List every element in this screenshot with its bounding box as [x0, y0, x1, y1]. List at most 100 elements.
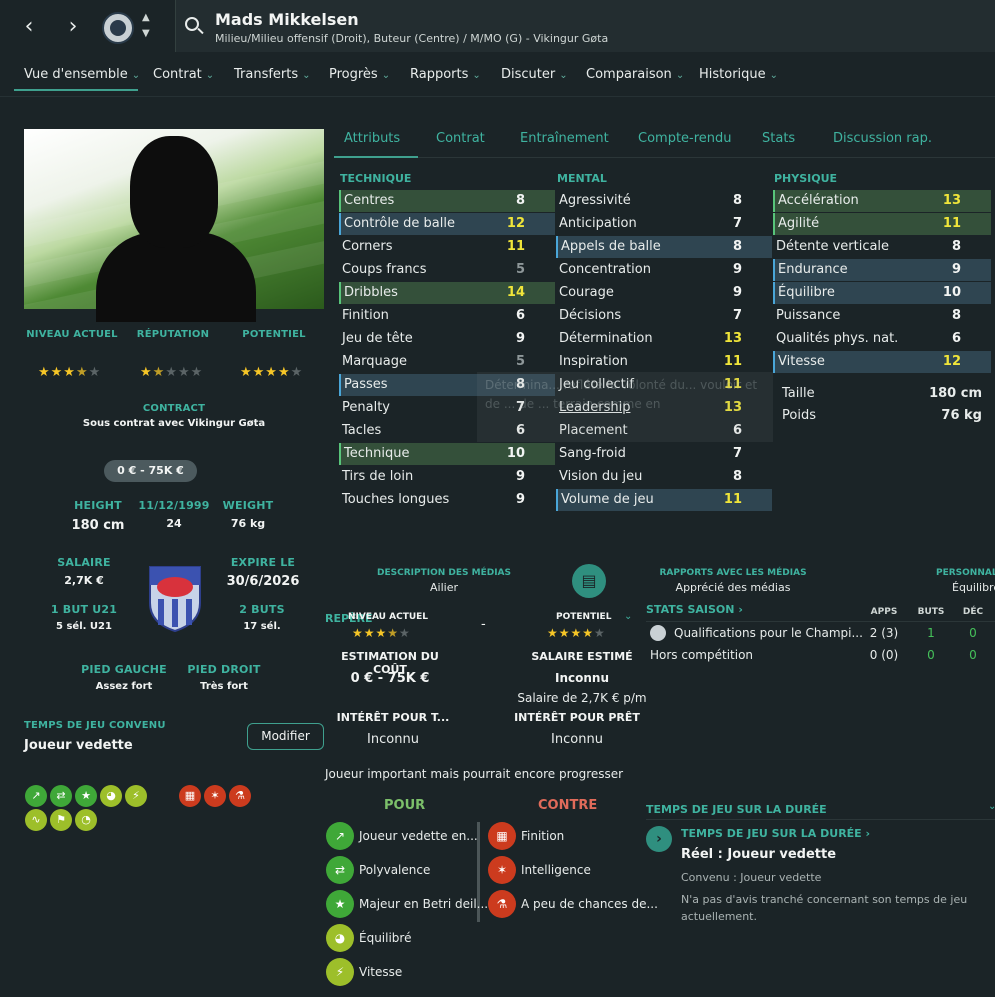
- attribute-row[interactable]: Vision du jeu 8: [556, 466, 772, 488]
- chevron-up-icon[interactable]: ▲: [142, 12, 150, 23]
- attribute-name: Finition: [342, 308, 389, 323]
- attribute-row[interactable]: Courage 9: [556, 282, 772, 304]
- attribute-name: Détermination: [559, 331, 653, 346]
- attribute-row[interactable]: Endurance 9: [773, 259, 991, 281]
- attribute-name: Coups francs: [342, 262, 427, 277]
- national-team-crest: [149, 566, 201, 633]
- chevron-down-icon[interactable]: ▼: [142, 28, 150, 39]
- value-range-badge: 0 € - 75K €: [104, 460, 197, 482]
- attribute-name: Détente verticale: [776, 239, 890, 254]
- attribute-row[interactable]: Sang-froid 7: [556, 443, 772, 465]
- salaire-pm: Salaire de 2,7K € p/m: [517, 691, 647, 705]
- flexibility-icon[interactable]: ∿: [25, 809, 47, 831]
- attribute-value: 12: [506, 216, 525, 231]
- attribute-row[interactable]: Qualités phys. nat. 6: [773, 328, 991, 350]
- age-icon[interactable]: ◔: [75, 809, 97, 831]
- attribute-row[interactable]: Équilibre 10: [773, 282, 991, 304]
- salaire-label: SALAIRE: [57, 556, 111, 569]
- trend-up-icon[interactable]: ↗: [25, 785, 47, 807]
- attribute-row[interactable]: Accélération 13: [773, 190, 991, 212]
- attribute-row[interactable]: Jeu de tête 9: [339, 328, 555, 350]
- chevron-right-icon[interactable]: ›: [60, 14, 86, 40]
- media-relations-label: RAPPORTS AVEC LES MÉDIAS: [659, 568, 807, 578]
- arrow-right-icon[interactable]: ›: [646, 826, 672, 852]
- brain-icon[interactable]: ◕: [100, 785, 122, 807]
- tab-vue-ensemble[interactable]: Vue d'ensemble ⌄: [24, 67, 140, 82]
- attribute-row[interactable]: Puissance 8: [773, 305, 991, 327]
- attribute-row[interactable]: Coups francs 5: [339, 259, 555, 281]
- stats-row-1-name[interactable]: Qualifications pour le Champi...: [674, 626, 863, 640]
- flag-icon[interactable]: ⚑: [50, 809, 72, 831]
- tab-transferts[interactable]: Transferts ⌄: [234, 67, 311, 82]
- search-icon[interactable]: [185, 17, 199, 31]
- attribute-row[interactable]: Contrôle de balle 12: [339, 213, 555, 235]
- attribute-row[interactable]: Inspiration 11: [556, 351, 772, 373]
- tab-historique[interactable]: Historique ⌄: [699, 67, 778, 82]
- u21-goals-label: 1 BUT U21: [50, 603, 118, 616]
- stats-saison-link[interactable]: STATS SAISON ›: [646, 603, 743, 616]
- attribute-row[interactable]: Volume de jeu 11: [556, 489, 772, 511]
- stats-row-2-name: Hors compétition: [650, 648, 754, 662]
- attribute-name: Concentration: [559, 262, 651, 277]
- goal-icon[interactable]: ▦: [179, 785, 201, 807]
- stats-row-2-dec: 0: [969, 648, 977, 662]
- modifier-button[interactable]: Modifier: [247, 723, 324, 750]
- club-crest[interactable]: [102, 12, 134, 44]
- subtab-contrat[interactable]: Contrat: [436, 131, 485, 146]
- niveau-actuel-stars: ★★★★★: [38, 365, 102, 380]
- goals-label: 2 BUTS: [239, 603, 285, 616]
- attribute-row[interactable]: Dribbles 14: [339, 282, 555, 304]
- attribute-name: Décisions: [559, 308, 622, 323]
- flask-icon[interactable]: ⚗: [229, 785, 251, 807]
- attribute-row[interactable]: Appels de balle 8: [556, 236, 772, 258]
- u21-caps-value: 5 sél. U21: [56, 621, 112, 632]
- subtab-compte-rendu[interactable]: Compte-rendu: [638, 131, 732, 146]
- attribute-row[interactable]: Agressivité 8: [556, 190, 772, 212]
- attribute-row[interactable]: Détermination 13: [556, 328, 772, 350]
- subtab-discussion[interactable]: Discussion rap.: [833, 131, 932, 146]
- arrows-icon[interactable]: ⇄: [50, 785, 72, 807]
- attribute-row[interactable]: Centres 8: [339, 190, 555, 212]
- star-icon[interactable]: ★: [75, 785, 97, 807]
- poids-value: 76 kg: [941, 408, 982, 423]
- intelligence-icon[interactable]: ✶: [204, 785, 226, 807]
- attribute-row[interactable]: Vitesse 12: [773, 351, 991, 373]
- technique-title: TECHNIQUE: [340, 172, 412, 185]
- height-value: 180 cm: [71, 518, 125, 533]
- subtab-stats[interactable]: Stats: [762, 131, 795, 146]
- playtime-link[interactable]: TEMPS DE JEU SUR LA DURÉE ›: [681, 827, 870, 840]
- playtime-collapse-icon[interactable]: ⌄: [988, 801, 995, 812]
- stats-row-1-apps: 2 (3): [869, 626, 899, 640]
- interet-transfert-label: INTÉRÊT POUR T...: [336, 711, 450, 724]
- attribute-row[interactable]: Concentration 9: [556, 259, 772, 281]
- contract-label: CONTRACT: [142, 403, 206, 414]
- subtab-entrainement[interactable]: Entraînement: [520, 131, 609, 146]
- attribute-name: Accélération: [778, 193, 859, 208]
- attribute-row[interactable]: Finition 6: [339, 305, 555, 327]
- intelligence-icon: ✶: [488, 856, 516, 884]
- chevron-left-icon[interactable]: ‹: [16, 14, 42, 40]
- attribute-row[interactable]: Tirs de loin 9: [339, 466, 555, 488]
- report-dropdown-icon[interactable]: ⌄: [624, 611, 632, 622]
- tab-discuter[interactable]: Discuter ⌄: [501, 67, 568, 82]
- attribute-value: 8: [951, 239, 961, 254]
- tab-progres[interactable]: Progrès ⌄: [329, 67, 390, 82]
- tab-rapports[interactable]: Rapports ⌄: [410, 67, 481, 82]
- attribute-row[interactable]: Marquage 5: [339, 351, 555, 373]
- attribute-row[interactable]: Corners 11: [339, 236, 555, 258]
- stats-row-1-buts: 1: [927, 626, 935, 640]
- pour-item-3: Majeur en Betri deil...: [359, 897, 489, 911]
- attribute-row[interactable]: Touches longues 9: [339, 489, 555, 511]
- attribute-row[interactable]: Anticipation 7: [556, 213, 772, 235]
- pour-item-2: Polyvalence: [359, 863, 431, 877]
- poids-label: Poids: [782, 408, 816, 423]
- tab-comparaison[interactable]: Comparaison ⌄: [586, 67, 684, 82]
- dob-label: 11/12/1999: [138, 499, 210, 512]
- tab-contrat[interactable]: Contrat ⌄: [153, 67, 214, 82]
- lightning-icon[interactable]: ⚡: [125, 785, 147, 807]
- subtab-attributs[interactable]: Attributs: [344, 131, 400, 146]
- attribute-row[interactable]: Technique 10: [339, 443, 555, 465]
- attribute-row[interactable]: Détente verticale 8: [773, 236, 991, 258]
- attribute-row[interactable]: Décisions 7: [556, 305, 772, 327]
- attribute-row[interactable]: Agilité 11: [773, 213, 991, 235]
